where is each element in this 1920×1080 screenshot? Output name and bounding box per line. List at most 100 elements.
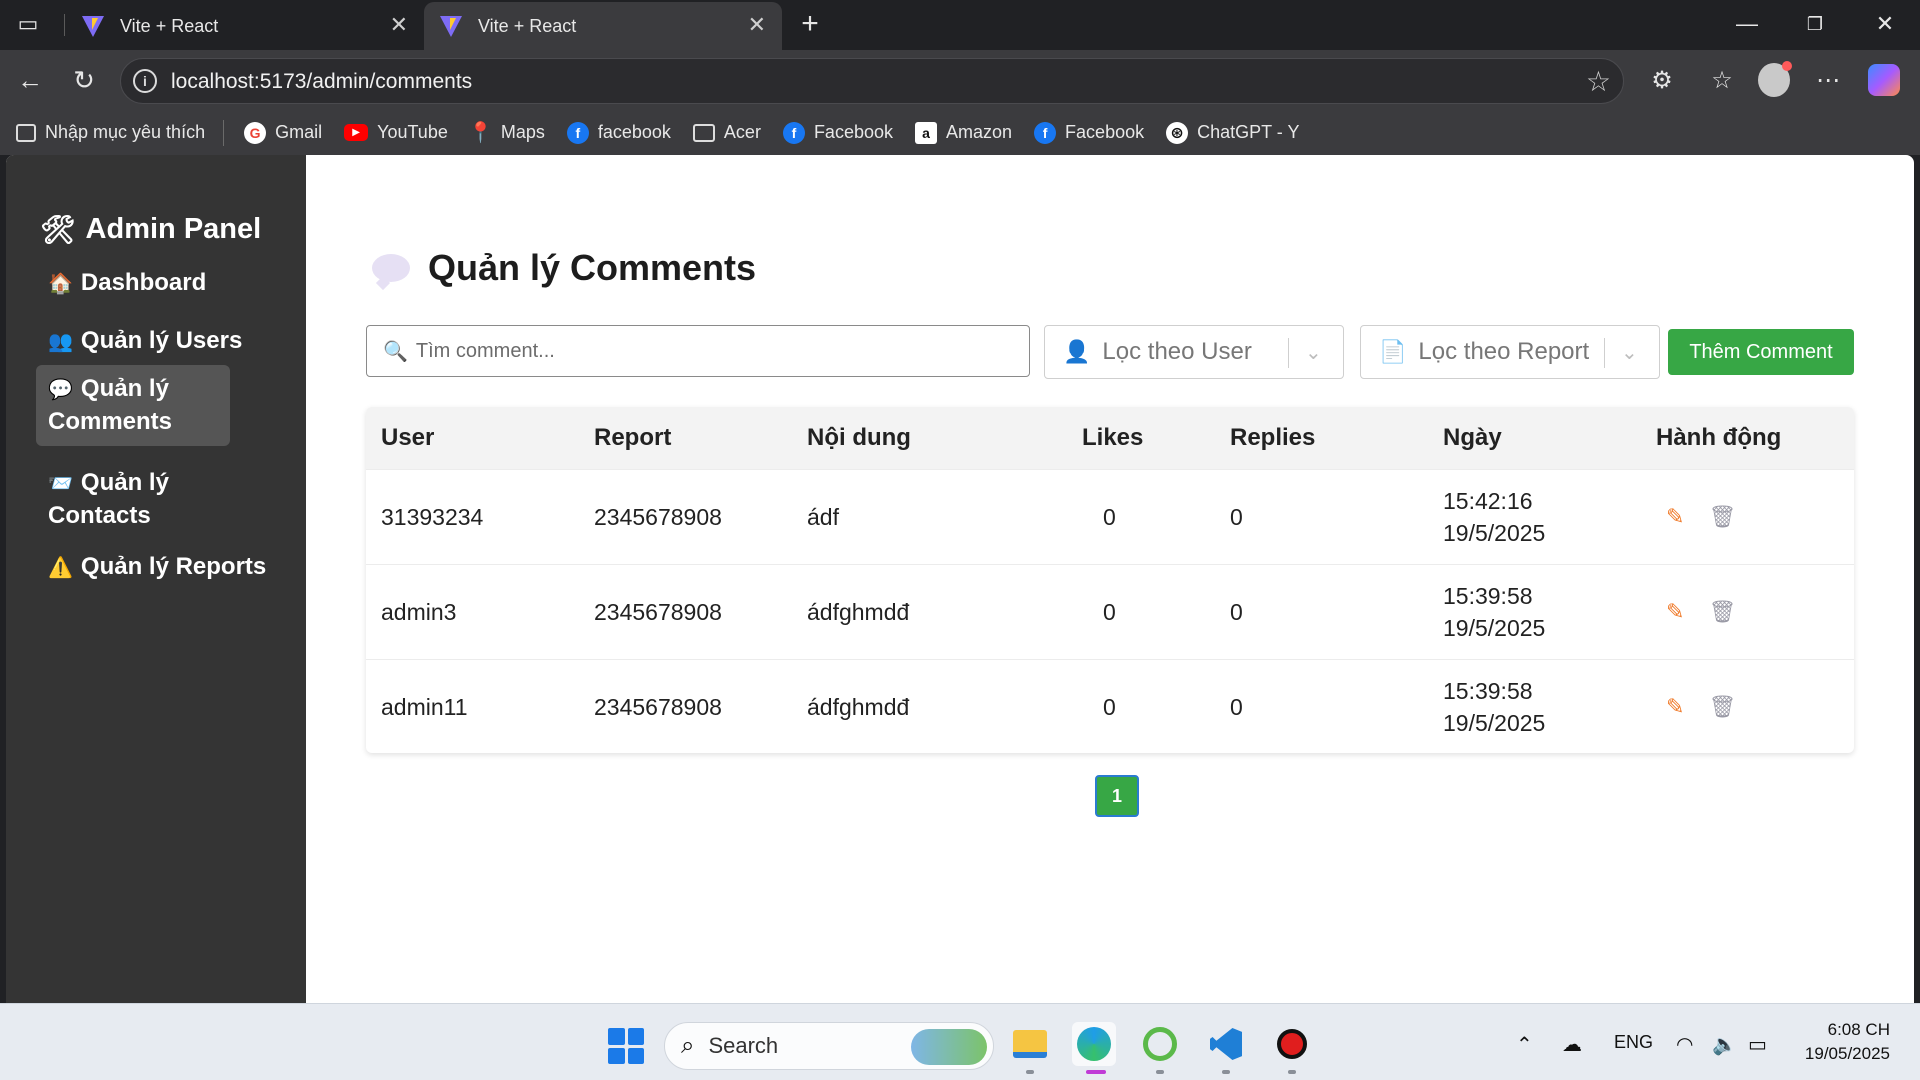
amazon-icon: a [915, 121, 937, 144]
close-tab-icon[interactable]: ✕ [748, 14, 766, 36]
favorites-icon[interactable]: ☆ [1706, 64, 1738, 96]
restore-icon[interactable]: ❐ [1792, 6, 1838, 42]
bookmarks-bar: Nhập mục yêu thích G Gmail ▶ YouTube 📍 M… [0, 110, 1920, 155]
cell-likes: 0 [1067, 563, 1215, 659]
sidebar-item-dashboard[interactable]: 🏠 Dashboard [36, 259, 282, 308]
column-header-date: Ngày [1443, 423, 1502, 451]
cell-date: 15:39:58 19/5/2025 [1428, 563, 1641, 659]
cell-time: 15:39:58 [1443, 582, 1533, 609]
vite-icon [82, 16, 104, 37]
edit-pencil-icon[interactable]: ✎ [1666, 596, 1684, 628]
house-icon: 🏠 [48, 273, 73, 295]
chevron-up-icon[interactable]: ⌃ [1516, 1032, 1533, 1057]
cell-likes: 0 [1067, 468, 1215, 564]
cell-date-value: 19/5/2025 [1443, 614, 1546, 641]
bookmark-chatgpt[interactable]: ⊛ ChatGPT - Y [1166, 121, 1299, 144]
bookmark-import-favorites[interactable]: Nhập mục yêu thích [16, 122, 205, 143]
cell-likes: 0 [1067, 658, 1215, 753]
bookmark-facebook-3[interactable]: f Facebook [1034, 121, 1144, 144]
file-explorer-icon[interactable] [1008, 1022, 1052, 1066]
windows-taskbar: ⌕ Search ⌃ ☁ ENG ◠ 🔈 ▭ 6:08 CH 19/05/202… [0, 1003, 1920, 1080]
bookmark-amazon[interactable]: a Amazon [915, 121, 1012, 144]
tab-title: Vite + React [478, 15, 577, 36]
address-bar[interactable]: i localhost:5173/admin/comments ☆ [120, 58, 1624, 104]
language-indicator[interactable]: ENG [1614, 1032, 1653, 1053]
filter-report-select[interactable]: 📄 Lọc theo Report ⌄ [1360, 325, 1660, 379]
cell-content: ádfghmdđ [792, 563, 1067, 659]
chevron-down-icon[interactable]: ⌄ [1305, 340, 1327, 364]
screen-recorder-icon[interactable] [1270, 1022, 1314, 1066]
taskbar-search[interactable]: ⌕ Search [664, 1022, 994, 1070]
new-tab-icon[interactable]: + [794, 7, 826, 40]
volume-icon[interactable]: 🔈 [1712, 1032, 1737, 1057]
more-menu-icon[interactable]: ⋯ [1812, 64, 1844, 96]
bookmark-label: Gmail [275, 122, 323, 142]
page-title-text: Quản lý Comments [428, 247, 757, 288]
onedrive-icon[interactable]: ☁ [1562, 1032, 1582, 1057]
tab-vite-react-1[interactable]: Vite + React ✕ [66, 2, 424, 50]
facebook-icon: f [1034, 121, 1057, 144]
chevron-down-icon[interactable]: ⌄ [1621, 340, 1643, 364]
bookmark-gmail[interactable]: G Gmail [244, 121, 323, 144]
search-input[interactable] [415, 339, 996, 363]
main-content: Quản lý Comments 🔍 👤 Lọc theo User ⌄ 📄 L… [306, 155, 1914, 1003]
tab-actions-icon[interactable]: ▭ [12, 8, 44, 40]
sidebar-item-users[interactable]: 👥 Quản lý Users [36, 317, 282, 366]
sidebar-item-reports[interactable]: ⚠️ Quản lý Reports [36, 543, 282, 592]
active-indicator [1086, 1070, 1106, 1074]
close-tab-icon[interactable]: ✕ [390, 14, 408, 36]
wifi-icon[interactable]: ◠ [1676, 1032, 1693, 1057]
coccoc-browser-icon[interactable] [1138, 1022, 1182, 1066]
pagination-page-button[interactable]: 1 [1095, 775, 1139, 817]
sidebar-title: 🛠 Admin Panel [40, 213, 261, 246]
extensions-icon[interactable]: ⚙ [1646, 64, 1678, 96]
bookmark-maps[interactable]: 📍 Maps [468, 122, 544, 144]
edge-browser-icon[interactable] [1072, 1022, 1116, 1066]
url-text[interactable]: localhost:5173/admin/comments [171, 70, 472, 94]
cell-report: 2345678908 [579, 658, 792, 753]
windows-start-icon[interactable] [608, 1028, 644, 1064]
trash-icon[interactable]: 🗑 [1708, 596, 1736, 628]
envelope-icon: 📨 [48, 473, 73, 495]
running-indicator [1288, 1070, 1296, 1074]
table-row: admin11 2345678908 ádfghmdđ 0 0 15:39:58… [366, 658, 1854, 753]
youtube-icon: ▶ [344, 124, 369, 141]
add-comment-button[interactable]: Thêm Comment [1668, 329, 1854, 375]
edit-pencil-icon[interactable]: ✎ [1666, 691, 1684, 723]
bookmark-facebook-2[interactable]: f Facebook [782, 121, 893, 144]
vscode-icon[interactable] [1204, 1022, 1248, 1066]
bookmark-facebook-1[interactable]: f facebook [566, 121, 671, 144]
battery-icon[interactable]: ▭ [1748, 1032, 1767, 1057]
minimize-icon[interactable]: — [1724, 6, 1770, 42]
cell-actions: ✎ 🗑 [1641, 563, 1854, 659]
maps-icon: 📍 [468, 122, 494, 144]
search-highlight-image [911, 1029, 987, 1065]
comment-search[interactable]: 🔍 [366, 325, 1030, 377]
site-info-icon[interactable]: i [133, 69, 157, 93]
vite-icon [440, 16, 462, 37]
filter-user-select[interactable]: 👤 Lọc theo User ⌄ [1044, 325, 1344, 379]
sidebar-item-label: Dashboard [80, 269, 207, 296]
sidebar-item-contacts[interactable]: 📨 Quản lý Contacts [36, 459, 230, 540]
close-window-icon[interactable]: ✕ [1862, 6, 1908, 42]
bookmark-folder-acer[interactable]: Acer [692, 122, 761, 143]
taskbar-clock[interactable]: 6:08 CH 19/05/2025 [1805, 1018, 1890, 1066]
admin-sidebar: 🛠 Admin Panel 🏠 Dashboard 👥 Quản lý Users … [6, 155, 306, 1003]
tab-vite-react-2[interactable]: Vite + React ✕ [424, 2, 782, 50]
trash-icon[interactable]: 🗑 [1708, 501, 1736, 533]
edit-pencil-icon[interactable]: ✎ [1666, 501, 1684, 533]
import-favorites-icon [16, 123, 36, 142]
favorite-star-icon[interactable]: ☆ [1586, 65, 1611, 98]
sidebar-item-comments[interactable]: 💬 Quản lý Comments [36, 365, 230, 446]
back-icon[interactable]: ← [14, 64, 46, 96]
cell-date-value: 19/5/2025 [1443, 519, 1546, 546]
bookmark-youtube[interactable]: ▶ YouTube [344, 122, 448, 143]
cell-date: 15:39:58 19/5/2025 [1428, 658, 1641, 753]
copilot-icon[interactable] [1868, 64, 1900, 96]
sidebar-title-text: Admin Panel [85, 213, 262, 245]
profile-avatar[interactable] [1758, 61, 1792, 97]
sidebar-item-label: Quản lý Users [80, 327, 243, 354]
bookmark-label: Facebook [813, 122, 893, 142]
trash-icon[interactable]: 🗑 [1708, 691, 1736, 723]
reload-icon[interactable]: ↻ [68, 64, 100, 96]
